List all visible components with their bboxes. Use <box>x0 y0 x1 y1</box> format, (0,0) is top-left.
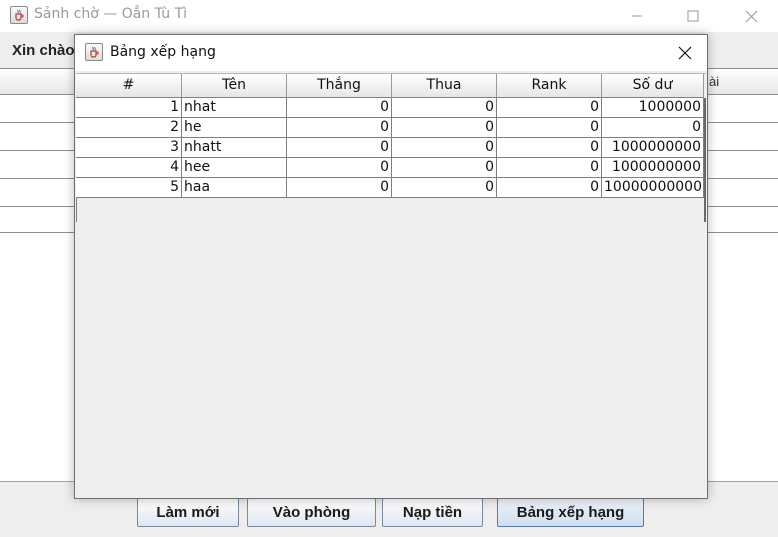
maximize-button[interactable] <box>670 0 716 32</box>
minimize-icon <box>632 15 642 17</box>
cell-name: nhat <box>182 98 287 117</box>
close-icon <box>678 46 692 60</box>
cell-rank: 0 <box>497 178 602 197</box>
cell-wins: 0 <box>287 138 392 157</box>
java-app-icon <box>10 6 28 24</box>
cell-balance: 0 <box>602 118 704 137</box>
lobby-close-button[interactable] <box>728 0 774 32</box>
lobby-titlebar: Sảnh chờ — Oẳn Tù Tì <box>0 0 778 32</box>
column-header-rank[interactable]: Rank <box>497 74 602 98</box>
cell-rank: 0 <box>497 98 602 117</box>
leaderboard-close-button[interactable] <box>663 35 707 71</box>
table-right-edge <box>704 98 706 222</box>
refresh-button[interactable]: Làm mới <box>137 498 239 527</box>
cell-losses: 0 <box>392 118 497 137</box>
minimize-button[interactable] <box>614 0 660 32</box>
cell-wins: 0 <box>287 98 392 117</box>
java-app-icon <box>85 43 103 61</box>
cell-name: he <box>182 118 287 137</box>
cell-balance: 1000000000 <box>602 138 704 157</box>
cell-losses: 0 <box>392 158 497 177</box>
cell-index: 5 <box>76 178 182 197</box>
column-header-wins[interactable]: Thắng <box>287 74 392 98</box>
cell-name: hee <box>182 158 287 177</box>
cell-index: 1 <box>76 98 182 117</box>
column-header-losses[interactable]: Thua <box>392 74 497 98</box>
room-table-header-fragment: ài <box>709 74 720 89</box>
leaderboard-title: Bảng xếp hạng <box>110 44 216 60</box>
column-header-name[interactable]: Tên <box>182 74 287 98</box>
cell-name: haa <box>182 178 287 197</box>
leaderboard-table-header: # Tên Thắng Thua Rank Số dư <box>76 74 704 98</box>
table-row[interactable]: 3 nhatt 0 0 0 1000000000 <box>76 138 704 158</box>
cell-index: 3 <box>76 138 182 157</box>
cell-balance: 1000000 <box>602 98 704 117</box>
close-icon <box>745 10 757 22</box>
cell-losses: 0 <box>392 178 497 197</box>
deposit-button[interactable]: Nạp tiền <box>382 498 483 527</box>
cell-name: nhatt <box>182 138 287 157</box>
join-room-button[interactable]: Vào phòng <box>247 498 376 527</box>
cell-index: 4 <box>76 158 182 177</box>
table-row[interactable]: 5 haa 0 0 0 10000000000 <box>76 178 704 198</box>
leaderboard-scroll-pane[interactable]: # Tên Thắng Thua Rank Số dư 1 nhat 0 0 0… <box>76 73 706 497</box>
column-header-balance[interactable]: Số dư <box>602 74 704 98</box>
cell-balance: 10000000000 <box>602 178 704 197</box>
cell-balance: 1000000000 <box>602 158 704 177</box>
leaderboard-dialog: Bảng xếp hạng # Tên Thắng Thua Rank Số d… <box>74 34 708 499</box>
lobby-window-title: Sảnh chờ — Oẳn Tù Tì <box>34 6 188 22</box>
welcome-label: Xin chào <box>12 42 75 59</box>
cell-wins: 0 <box>287 178 392 197</box>
cell-losses: 0 <box>392 98 497 117</box>
cell-wins: 0 <box>287 158 392 177</box>
maximize-icon <box>687 10 699 22</box>
table-row[interactable]: 2 he 0 0 0 0 <box>76 118 704 138</box>
cell-rank: 0 <box>497 158 602 177</box>
cell-losses: 0 <box>392 138 497 157</box>
leaderboard-button[interactable]: Bảng xếp hạng <box>497 498 644 527</box>
cell-rank: 0 <box>497 118 602 137</box>
cell-wins: 0 <box>287 118 392 137</box>
cell-index: 2 <box>76 118 182 137</box>
column-header-rank-number[interactable]: # <box>76 74 182 98</box>
leaderboard-titlebar: Bảng xếp hạng <box>75 35 707 71</box>
table-row[interactable]: 4 hee 0 0 0 1000000000 <box>76 158 704 178</box>
cell-rank: 0 <box>497 138 602 157</box>
table-row[interactable]: 1 nhat 0 0 0 1000000 <box>76 98 704 118</box>
